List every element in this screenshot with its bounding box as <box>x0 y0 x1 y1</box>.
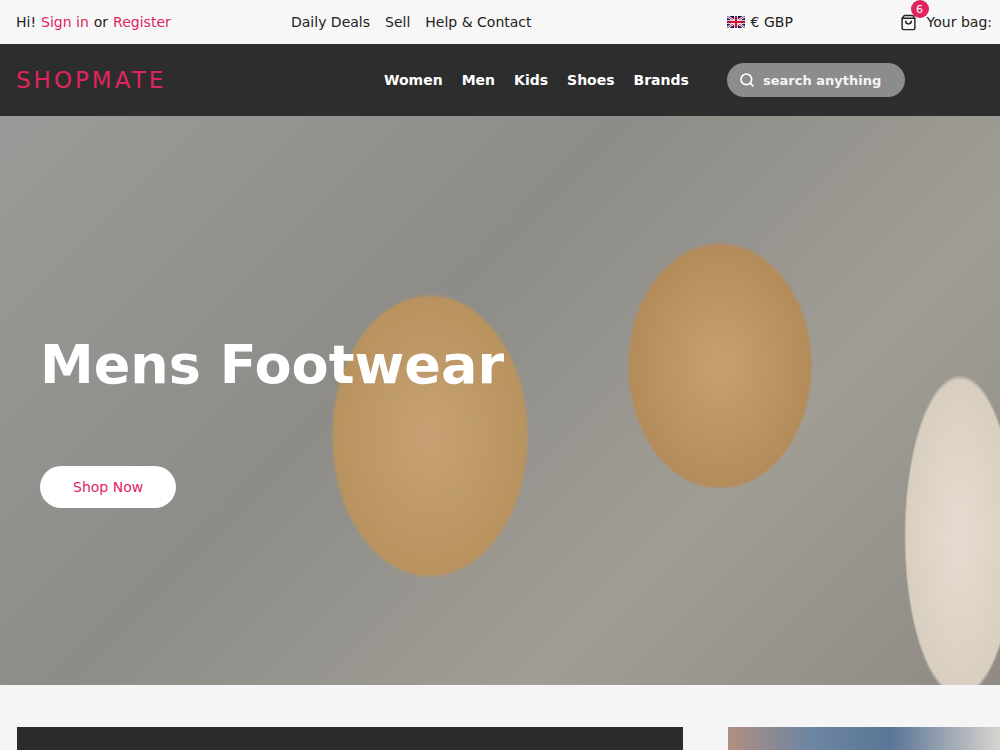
search-icon <box>739 72 755 88</box>
nav-links: Women Men Kids Shoes Brands <box>384 72 727 88</box>
nav-link[interactable]: Brands <box>634 72 689 88</box>
sign-in-link[interactable]: Sign in <box>41 14 89 30</box>
top-bar: Hi! Sign in or Register Daily Deals Sell Help … <box>0 0 1000 44</box>
register-link[interactable]: Register <box>113 14 171 30</box>
content-section <box>0 685 1000 750</box>
nav-link[interactable]: Shoes <box>567 72 615 88</box>
hero-title: Mens Footwear <box>40 334 504 396</box>
page: Hi! Sign in or Register Daily Deals Sell Help … <box>0 0 1000 750</box>
logo[interactable]: SHOPMATE <box>16 67 384 93</box>
bag: 6 <box>899 12 919 32</box>
bag-count-badge: 6 <box>911 0 929 18</box>
currency-selector[interactable]: € GBP <box>727 14 899 30</box>
hero-banner: Mens Footwear Shop Now <box>0 116 1000 685</box>
currency-label: € GBP <box>751 14 793 30</box>
top-link[interactable]: Help & Contact <box>425 14 531 30</box>
bag-button[interactable]: 6 Your bag: <box>899 12 992 32</box>
top-link[interactable]: Sell <box>385 14 410 30</box>
nav-link[interactable]: Women <box>384 72 443 88</box>
greeting: Hi! Sign in or Register <box>16 14 291 30</box>
shop-now-button[interactable]: Shop Now <box>40 466 176 508</box>
search-input[interactable] <box>763 73 893 88</box>
nav-link[interactable]: Kids <box>514 72 548 88</box>
nav-link[interactable]: Men <box>462 72 495 88</box>
nav-bar: SHOPMATEWomen Men Kids Shoes Brands <box>0 44 1000 116</box>
promo-card[interactable] <box>17 727 683 750</box>
search-box[interactable] <box>727 63 905 97</box>
top-link[interactable]: Daily Deals <box>291 14 370 30</box>
photo-card[interactable] <box>728 727 1000 750</box>
top-links: Daily Deals Sell Help & Contact <box>291 14 727 30</box>
uk-flag-icon <box>727 16 745 28</box>
bag-label: Your bag: <box>927 14 992 30</box>
or-text: or <box>94 14 108 30</box>
greeting-text: Hi! <box>16 14 36 30</box>
